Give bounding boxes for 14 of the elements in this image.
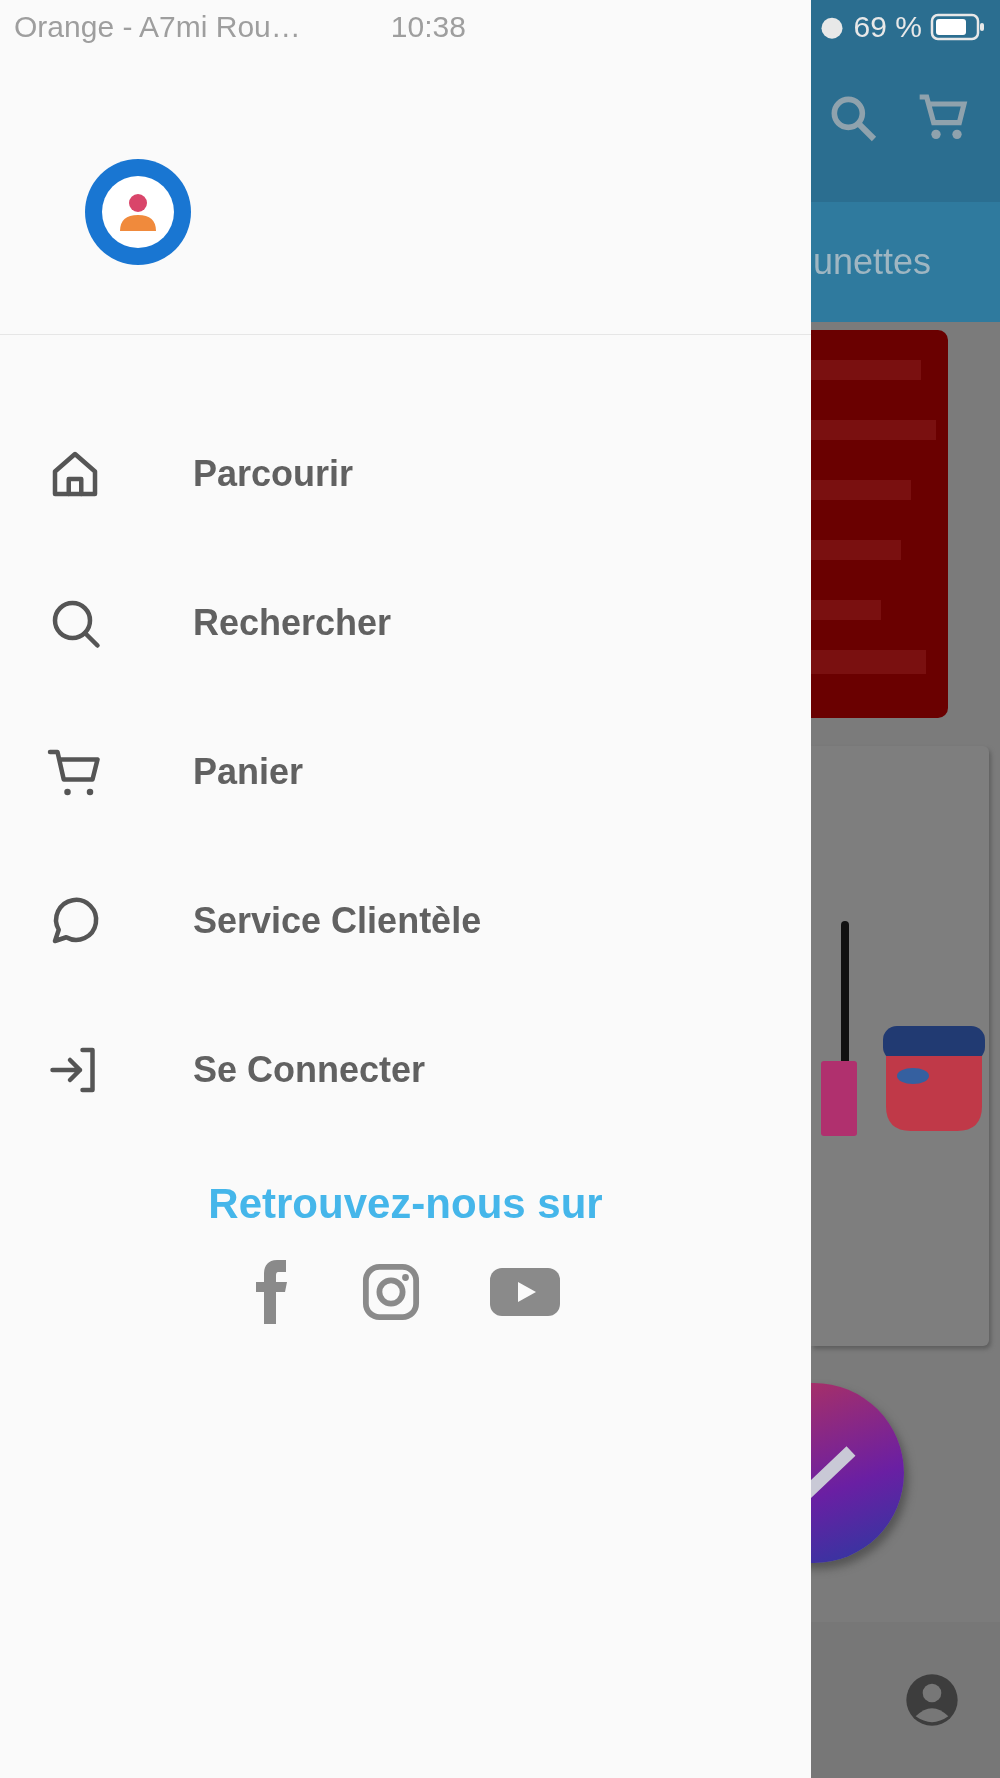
menu-item[interactable]: Rechercher (0, 548, 811, 697)
battery-percentage: 69 % (853, 10, 922, 44)
menu-item[interactable]: Se Connecter (0, 995, 811, 1144)
clock: 10:38 (390, 10, 466, 44)
video-play-icon[interactable] (489, 1268, 560, 1316)
social-heading: Retrouvez-nous sur (208, 1180, 603, 1228)
profile-icon[interactable] (904, 1672, 960, 1728)
battery-icon (930, 12, 986, 42)
product-card[interactable] (811, 746, 989, 1346)
menu-item[interactable]: Service Clientèle (0, 846, 811, 995)
menu-item[interactable]: Parcourir (0, 399, 811, 548)
carrier-name: Orange - A7mi Rou… (14, 10, 301, 44)
menu-item[interactable]: Panier (0, 697, 811, 846)
instagram-icon[interactable] (361, 1263, 420, 1321)
